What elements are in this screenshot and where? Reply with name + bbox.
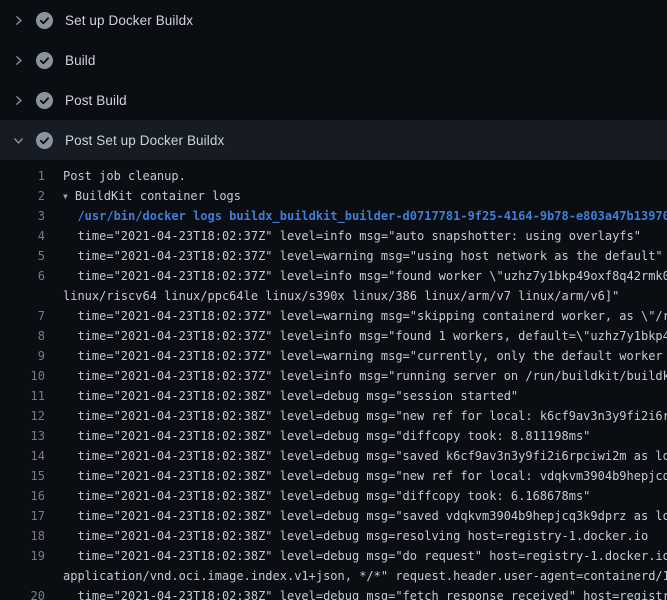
log-line-text: time="2021-04-23T18:02:38Z" level=debug … [63, 406, 667, 426]
log-group-toggle[interactable]: ▼ BuildKit container logs [63, 186, 241, 206]
log-line-number[interactable]: 17 [0, 506, 45, 526]
log-line-number[interactable]: 6 [0, 266, 45, 286]
log-line: 20 time="2021-04-23T18:02:38Z" level=deb… [0, 586, 667, 600]
log-line: application/vnd.oci.image.index.v1+json,… [0, 566, 667, 586]
log-line-number[interactable]: 12 [0, 406, 45, 426]
log-line-number[interactable]: 19 [0, 546, 45, 566]
step-label: Post Build [65, 93, 127, 108]
log-line: 8 time="2021-04-23T18:02:37Z" level=info… [0, 326, 667, 346]
log-line-number[interactable]: 13 [0, 426, 45, 446]
log-line: 7 time="2021-04-23T18:02:37Z" level=warn… [0, 306, 667, 326]
log-line: 15 time="2021-04-23T18:02:38Z" level=deb… [0, 466, 667, 486]
log-line: 13 time="2021-04-23T18:02:38Z" level=deb… [0, 426, 667, 446]
log-line-number[interactable]: 9 [0, 346, 45, 366]
log-line: 9 time="2021-04-23T18:02:37Z" level=warn… [0, 346, 667, 366]
log-line-number[interactable]: 14 [0, 446, 45, 466]
log-line-text: time="2021-04-23T18:02:38Z" level=debug … [63, 386, 518, 406]
log-line-text: time="2021-04-23T18:02:38Z" level=debug … [63, 586, 667, 600]
log-line-number[interactable]: 2 [0, 186, 45, 206]
log-line-text: Post job cleanup. [63, 166, 186, 186]
log-line: 10 time="2021-04-23T18:02:37Z" level=inf… [0, 366, 667, 386]
log-line-number[interactable]: 5 [0, 246, 45, 266]
chevron-down-icon [10, 132, 26, 148]
log-line: 1 Post job cleanup. [0, 166, 667, 186]
log-line: 19 time="2021-04-23T18:02:38Z" level=deb… [0, 546, 667, 566]
log-line-text: time="2021-04-23T18:02:38Z" level=debug … [63, 506, 667, 526]
log-line: 12 time="2021-04-23T18:02:38Z" level=deb… [0, 406, 667, 426]
log-line-number[interactable]: 3 [0, 206, 45, 226]
log-line: 2 ▼ BuildKit container logs [0, 186, 667, 206]
log-line: 4 time="2021-04-23T18:02:37Z" level=info… [0, 226, 667, 246]
log-line-number[interactable]: 4 [0, 226, 45, 246]
log-line-number[interactable]: 10 [0, 366, 45, 386]
log-line: 6 time="2021-04-23T18:02:37Z" level=info… [0, 266, 667, 286]
log-line-number[interactable]: 16 [0, 486, 45, 506]
log-line-number[interactable] [0, 286, 45, 306]
log-line: linux/riscv64 linux/ppc64le linux/s390x … [0, 286, 667, 306]
log-line-text: time="2021-04-23T18:02:38Z" level=debug … [63, 446, 667, 466]
step-header-post-build[interactable]: Post Build [0, 80, 667, 120]
log-line-text: /usr/bin/docker logs buildx_buildkit_bui… [63, 206, 667, 226]
log-line-text: time="2021-04-23T18:02:37Z" level=warnin… [63, 346, 667, 366]
log-line-number[interactable]: 11 [0, 386, 45, 406]
log-line-text: time="2021-04-23T18:02:37Z" level=info m… [63, 226, 641, 246]
log-line: 3 /usr/bin/docker logs buildx_buildkit_b… [0, 206, 667, 226]
check-circle-icon [36, 132, 53, 149]
check-circle-icon [36, 12, 53, 29]
log-line: 14 time="2021-04-23T18:02:38Z" level=deb… [0, 446, 667, 466]
chevron-right-icon [10, 52, 26, 68]
log-line: 16 time="2021-04-23T18:02:38Z" level=deb… [0, 486, 667, 506]
check-circle-icon [36, 92, 53, 109]
log-line-text: time="2021-04-23T18:02:38Z" level=debug … [63, 426, 590, 446]
log-line-number[interactable]: 20 [0, 586, 45, 600]
log-line-text: time="2021-04-23T18:02:37Z" level=info m… [63, 326, 667, 346]
log-line-text: application/vnd.oci.image.index.v1+json,… [63, 566, 667, 586]
log-line-text: time="2021-04-23T18:02:38Z" level=debug … [63, 546, 667, 566]
log-group-label: BuildKit container logs [75, 189, 241, 203]
log-line-text: time="2021-04-23T18:02:38Z" level=debug … [63, 526, 648, 546]
log-area: 1 Post job cleanup. 2 ▼ BuildKit containe… [0, 160, 667, 600]
log-line-text: time="2021-04-23T18:02:38Z" level=debug … [63, 466, 667, 486]
step-label: Set up Docker Buildx [65, 13, 193, 28]
log-line-number[interactable]: 1 [0, 166, 45, 186]
workflow-log-viewer: Set up Docker Buildx Build [0, 0, 667, 600]
chevron-right-icon [10, 12, 26, 28]
log-line-text: time="2021-04-23T18:02:37Z" level=info m… [63, 266, 667, 286]
log-line: 5 time="2021-04-23T18:02:37Z" level=warn… [0, 246, 667, 266]
step-header-set-up-docker-buildx[interactable]: Set up Docker Buildx [0, 0, 667, 40]
log-line-text: time="2021-04-23T18:02:37Z" level=info m… [63, 366, 667, 386]
log-line-text: time="2021-04-23T18:02:37Z" level=warnin… [63, 246, 663, 266]
log-line-number[interactable]: 15 [0, 466, 45, 486]
log-line-number[interactable] [0, 566, 45, 586]
log-line-number[interactable]: 18 [0, 526, 45, 546]
chevron-right-icon [10, 92, 26, 108]
step-label: Post Set up Docker Buildx [65, 133, 224, 148]
log-line: 18 time="2021-04-23T18:02:38Z" level=deb… [0, 526, 667, 546]
steps-list: Set up Docker Buildx Build [0, 0, 667, 160]
log-line-number[interactable]: 7 [0, 306, 45, 326]
log-line: 17 time="2021-04-23T18:02:38Z" level=deb… [0, 506, 667, 526]
step-header-build[interactable]: Build [0, 40, 667, 80]
log-line-number[interactable]: 8 [0, 326, 45, 346]
log-line-text: time="2021-04-23T18:02:37Z" level=warnin… [63, 306, 667, 326]
step-label: Build [65, 53, 96, 68]
log-line-text: time="2021-04-23T18:02:38Z" level=debug … [63, 486, 590, 506]
log-line-text: linux/riscv64 linux/ppc64le linux/s390x … [63, 286, 619, 306]
check-circle-icon [36, 52, 53, 69]
group-expanded-triangle-icon: ▼ [63, 187, 68, 207]
log-line: 11 time="2021-04-23T18:02:38Z" level=deb… [0, 386, 667, 406]
step-header-post-set-up-docker-buildx[interactable]: Post Set up Docker Buildx [0, 120, 667, 160]
